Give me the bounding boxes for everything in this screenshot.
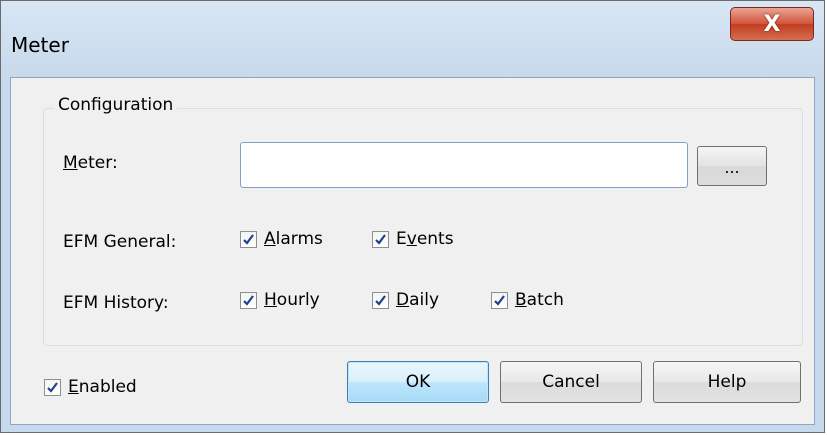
configuration-legend: Configuration	[54, 95, 178, 115]
hourly-checkbox[interactable]: Hourly	[240, 290, 320, 310]
cancel-button[interactable]: Cancel	[500, 361, 642, 403]
meter-input[interactable]	[240, 142, 688, 188]
alarms-checkbox-box[interactable]	[240, 230, 257, 248]
events-label: Events	[396, 229, 454, 249]
meter-dialog: Meter X Configuration Meter: EFM General…	[0, 0, 825, 433]
enabled-checkbox-box[interactable]	[44, 378, 61, 396]
efm-general-label: EFM General:	[63, 232, 177, 252]
events-checkbox[interactable]: Events	[372, 229, 454, 249]
alarms-checkbox[interactable]: Alarms	[240, 229, 323, 249]
dialog-client-area: Configuration Meter: EFM General: EFM Hi…	[10, 77, 815, 425]
daily-checkbox[interactable]: Daily	[372, 290, 439, 310]
checkmark-icon	[375, 233, 386, 245]
checkmark-icon	[375, 294, 386, 306]
window-title: Meter	[11, 33, 69, 57]
close-x-icon: X	[763, 11, 781, 37]
title-bar[interactable]: Meter X	[1, 1, 824, 77]
batch-label: Batch	[515, 290, 564, 310]
enabled-label: Enabled	[68, 377, 137, 397]
enabled-checkbox[interactable]: Enabled	[44, 377, 137, 397]
events-checkbox-box[interactable]	[372, 230, 389, 248]
close-button[interactable]: X	[730, 7, 814, 41]
browse-button[interactable]: ...	[697, 146, 767, 186]
meter-label: Meter:	[63, 153, 118, 173]
hourly-checkbox-box[interactable]	[240, 291, 257, 309]
batch-checkbox[interactable]: Batch	[491, 290, 564, 310]
daily-checkbox-box[interactable]	[372, 291, 389, 309]
checkmark-icon	[243, 233, 254, 245]
checkmark-icon	[494, 294, 505, 306]
ok-button[interactable]: OK	[347, 361, 489, 403]
daily-label: Daily	[396, 290, 440, 310]
alarms-label: Alarms	[264, 229, 323, 249]
checkmark-icon	[243, 294, 254, 306]
batch-checkbox-box[interactable]	[491, 291, 508, 309]
checkmark-icon	[47, 381, 58, 393]
hourly-label: Hourly	[264, 290, 320, 310]
help-button[interactable]: Help	[653, 361, 801, 403]
efm-history-label: EFM History:	[63, 293, 169, 313]
